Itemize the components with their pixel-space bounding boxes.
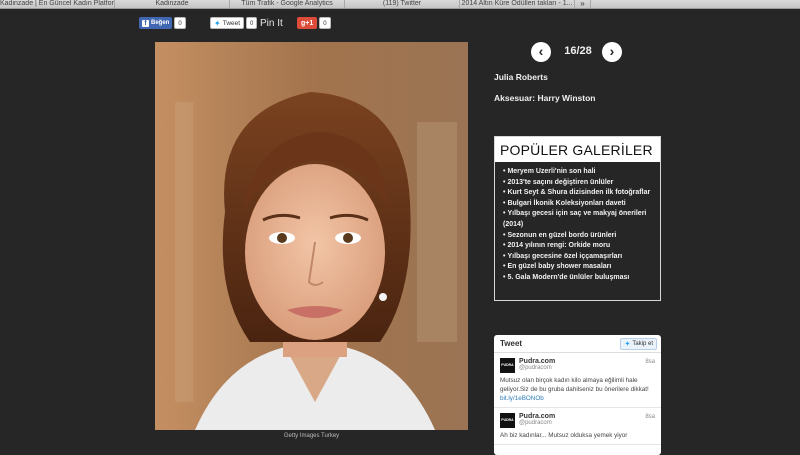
browser-tab[interactable]: Kadinzade | En Güncel Kadın Platformu — [0, 0, 115, 8]
tweet-author-name[interactable]: Pudra.com — [519, 413, 655, 420]
popular-galleries-list: • Meryem Uzerli'nin son hali • 2013'te saç… — [495, 162, 660, 284]
gplus-widget: g+1 0 — [297, 17, 331, 29]
popular-gallery-link[interactable]: • Bulgari İkonik Koleksiyonları daveti — [503, 199, 654, 210]
chevron-left-icon: ‹ — [538, 43, 544, 59]
facebook-like-label: Beğen — [151, 20, 170, 26]
browser-tab[interactable]: Kadinzade — [115, 0, 230, 8]
photo-counter: 16/28 — [564, 45, 592, 57]
tweet-author-handle[interactable]: @pudracom — [519, 420, 655, 426]
facebook-like-widget: f Beğen 0 — [139, 17, 186, 29]
facebook-like-count: 0 — [174, 17, 186, 29]
avatar[interactable]: PUDRA — [500, 358, 515, 373]
celebrity-name: Julia Roberts — [494, 72, 548, 82]
twitter-timeline-title: Tweet — [500, 339, 523, 348]
popular-gallery-link[interactable]: • En güzel baby shower masaları — [503, 262, 654, 273]
tweet-text: Mutsuz olan birçok kadın kilo almaya eği… — [500, 377, 649, 402]
pin-it-button[interactable]: Pin It — [260, 18, 283, 29]
tweet-author-name[interactable]: Pudra.com — [519, 358, 655, 365]
tab-overflow-button[interactable]: » — [575, 0, 591, 8]
tweet-count: 0 — [246, 17, 258, 29]
popular-galleries-title: POPÜLER GALERİLER — [495, 137, 660, 162]
popular-gallery-link[interactable]: • Yılbaşı gecesine özel iççamaşırları — [503, 252, 654, 263]
pin-it-widget: Pin It — [260, 17, 283, 29]
tweet-text: Ah biz kadınlar... Mutsuz olduksa yemek … — [500, 432, 628, 439]
twitter-timeline-header: Tweet ✦ Takip et — [494, 335, 661, 353]
tweet-widget: ✦ Tweet 0 — [210, 17, 258, 29]
tweet-label: Tweet — [222, 19, 241, 27]
chevron-right-icon: › — [609, 43, 615, 59]
popular-gallery-link[interactable]: • 5. Gala Modern'de ünlüler buluşması — [503, 273, 654, 284]
tweet-item: PUDRA Pudra.com @pudracom 8sa Ah biz kad… — [494, 408, 661, 445]
popular-gallery-link[interactable]: • Yılbaşı gecesi için saç ve makyaj öneri… — [503, 209, 654, 230]
tweet-timestamp[interactable]: 8sa — [645, 359, 655, 365]
twitter-timeline-widget: Tweet ✦ Takip et PUDRA Pudra.com @pudrac… — [494, 335, 661, 455]
tweet-author-handle[interactable]: @pudracom — [519, 365, 655, 371]
tweet-timestamp[interactable]: 8sa — [645, 414, 655, 420]
popular-gallery-link[interactable]: • 2013'te saçını değiştiren ünlüler — [503, 178, 654, 189]
avatar[interactable]: PUDRA — [500, 413, 515, 428]
browser-tab[interactable]: 2014 Altın Küre Ödülleri takları - 1... — [460, 0, 575, 8]
facebook-icon: f — [142, 19, 149, 27]
portrait-illustration — [155, 42, 468, 430]
tweet-item: PUDRA Pudra.com @pudracom 8sa Mutsuz ola… — [494, 353, 661, 408]
tweet-link[interactable]: bit.ly/1eBONOb — [500, 395, 544, 402]
gallery-photo — [155, 42, 468, 430]
popular-galleries-box: POPÜLER GALERİLER • Meryem Uzerli'nin son… — [494, 136, 661, 301]
next-photo-button[interactable]: › — [602, 42, 622, 62]
follow-button[interactable]: ✦ Takip et — [620, 337, 657, 350]
tweet-button[interactable]: ✦ Tweet — [210, 17, 245, 29]
follow-label: Takip et — [632, 340, 653, 347]
popular-gallery-link[interactable]: • Sezonun en güzel bordo ürünleri — [503, 231, 654, 242]
browser-tab-strip: Kadinzade | En Güncel Kadın Platformu Ka… — [0, 0, 800, 9]
facebook-like-button[interactable]: f Beğen — [139, 17, 173, 29]
photo-credit: Getty Images Turkey — [283, 433, 340, 439]
twitter-bird-icon: ✦ — [214, 18, 221, 28]
popular-gallery-link[interactable]: • Kurt Seyt & Shura dizisinden ilk fotoğr… — [503, 188, 654, 199]
popular-gallery-link[interactable]: • 2014 yılının rengi: Orkide moru — [503, 241, 654, 252]
twitter-bird-icon: ✦ — [624, 340, 631, 348]
previous-photo-button[interactable]: ‹ — [531, 42, 551, 62]
accessory-credit: Aksesuar: Harry Winston — [494, 93, 596, 103]
browser-tab[interactable]: Tüm Trafik - Google Analytics — [230, 0, 345, 8]
popular-gallery-link[interactable]: • Meryem Uzerli'nin son hali — [503, 167, 654, 178]
gplus-count: 0 — [319, 17, 331, 29]
browser-tab[interactable]: (119) Twitter — [345, 0, 460, 8]
gplus-button[interactable]: g+1 — [297, 17, 318, 29]
